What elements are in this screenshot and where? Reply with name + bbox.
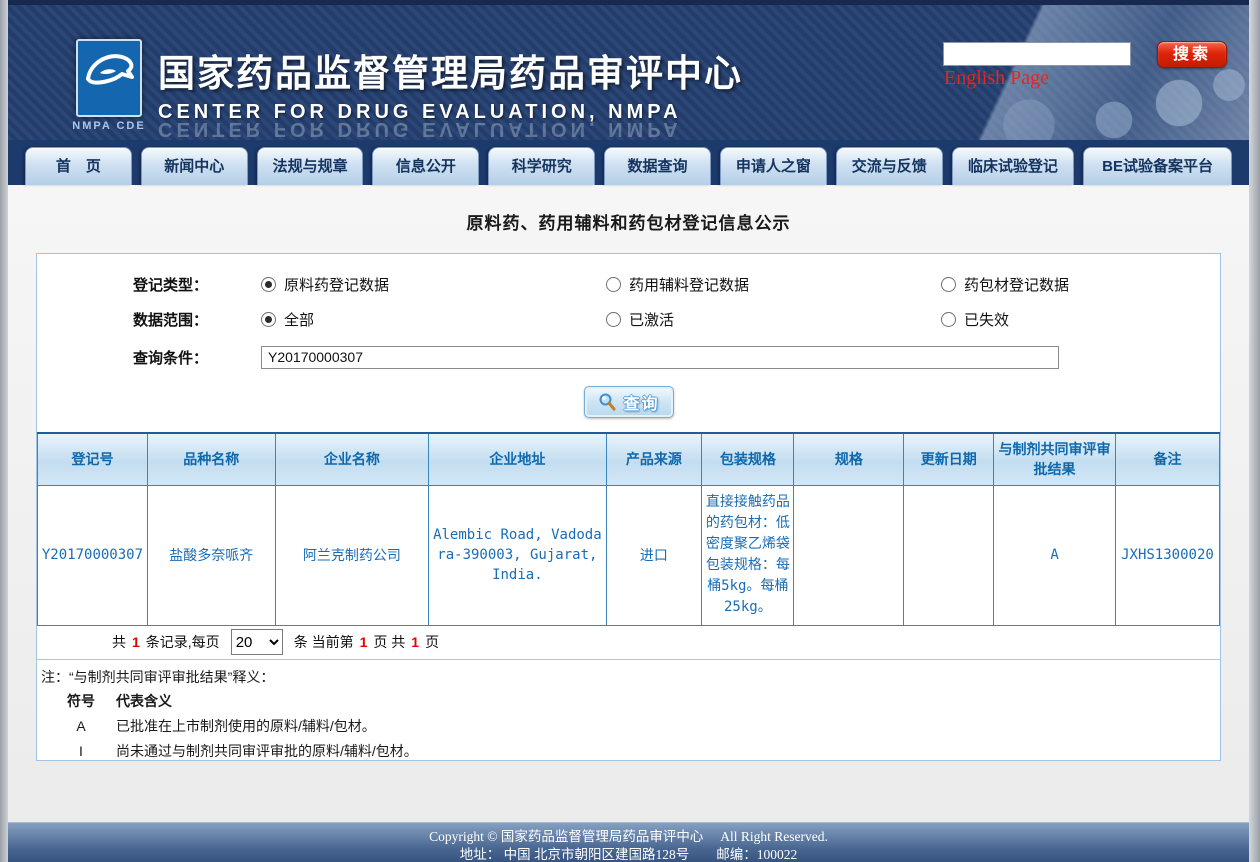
note-title: 注：“与制剂共同审评审批结果”释义： bbox=[41, 665, 1220, 689]
cell-update-date bbox=[904, 485, 994, 625]
pagination-text: 共 bbox=[112, 632, 126, 652]
header-pills-photo bbox=[859, 5, 1249, 140]
site-header: NMPA CDE 国家药品监督管理局药品审评中心 CENTER FOR DRUG… bbox=[8, 5, 1249, 140]
pagination-text: 条记录,每页 bbox=[146, 632, 220, 652]
col-header-update-date: 更新日期 bbox=[904, 433, 994, 485]
nav-tab-feedback[interactable]: 交流与反馈 bbox=[836, 147, 943, 185]
note-meaning-header: 代表含义 bbox=[116, 689, 172, 714]
radio-option-excipient[interactable]: 药用辅料登记数据 bbox=[606, 274, 941, 295]
note-meaning: 尚未通过与制剂共同审评审批的原料/辅料/包材。 bbox=[116, 739, 418, 764]
col-header-spec: 规格 bbox=[794, 433, 904, 485]
col-header-source: 产品来源 bbox=[606, 433, 702, 485]
nav-tab-data-query[interactable]: 数据查询 bbox=[604, 147, 711, 185]
total-pages: 1 bbox=[411, 634, 419, 650]
site-title-english-reflection: CENTER FOR DRUG EVALUATION, NMPA bbox=[158, 117, 743, 140]
page: NMPA CDE 国家药品监督管理局药品审评中心 CENTER FOR DRUG… bbox=[8, 0, 1249, 862]
footer-address: 地址： 中国 北京市朝阳区建国路128号 邮编：100022 bbox=[8, 846, 1249, 862]
radio-option-all[interactable]: 全部 bbox=[261, 309, 606, 330]
form-row-reg-type: 登记类型： 原料药登记数据 药用辅料登记数据 药包材登记数据 bbox=[37, 267, 1220, 302]
page-title: 原料药、药用辅料和药包材登记信息公示 bbox=[8, 185, 1249, 234]
radio-checked-icon[interactable] bbox=[261, 277, 276, 292]
col-header-remark: 备注 bbox=[1115, 433, 1219, 485]
nav-tab-regulations[interactable]: 法规与规章 bbox=[257, 147, 364, 185]
current-page: 1 bbox=[360, 634, 368, 650]
col-header-reg-no: 登记号 bbox=[38, 433, 148, 485]
site-search-button[interactable]: 搜索 bbox=[1157, 41, 1227, 68]
note-symbol-header: 符号 bbox=[60, 689, 102, 714]
page-size-select[interactable]: 20 bbox=[231, 629, 283, 655]
nav-tab-clinical-trial[interactable]: 临床试验登记 bbox=[952, 147, 1075, 185]
logo-caption: NMPA CDE bbox=[66, 120, 152, 132]
cell-reg-no: Y20170000307 bbox=[38, 485, 148, 625]
nav-tab-home[interactable]: 首 页 bbox=[25, 147, 132, 185]
pagination-text: 页 共 bbox=[373, 632, 405, 652]
cell-spec bbox=[794, 485, 904, 625]
site-title-block: 国家药品监督管理局药品审评中心 CENTER FOR DRUG EVALUATI… bbox=[158, 43, 743, 140]
reg-type-label: 登记类型： bbox=[133, 274, 261, 295]
search-icon bbox=[597, 392, 617, 412]
pagination-bar: 共 1 条记录,每页 20 条 当前第 1 页 共 1 页 bbox=[37, 626, 1220, 660]
page-left-edge bbox=[0, 0, 8, 862]
site-search-input[interactable] bbox=[943, 42, 1131, 66]
fish-swoosh-icon bbox=[78, 41, 140, 115]
site-footer: Copyright © 国家药品监督管理局药品审评中心 All Right Re… bbox=[8, 822, 1249, 862]
query-condition-input[interactable] bbox=[261, 346, 1059, 369]
note-header-row: 符号 代表含义 bbox=[41, 689, 1220, 714]
table-row: Y20170000307 盐酸多奈哌齐 阿兰克制药公司 Alembic Road… bbox=[38, 485, 1220, 625]
cell-joint-review: A bbox=[994, 485, 1116, 625]
page-right-edge bbox=[1249, 0, 1260, 862]
pagination-text: 页 bbox=[425, 632, 439, 652]
col-header-company-addr: 企业地址 bbox=[429, 433, 606, 485]
button-row: 查询 bbox=[37, 386, 1220, 418]
nav-tab-science[interactable]: 科学研究 bbox=[488, 147, 595, 185]
results-table: 登记号 品种名称 企业名称 企业地址 产品来源 包装规格 规格 更新日期 与制剂… bbox=[37, 432, 1220, 626]
footer-copyright: Copyright © 国家药品监督管理局药品审评中心 All Right Re… bbox=[8, 828, 1249, 846]
cell-remark: JXHS1300020 bbox=[1115, 485, 1219, 625]
notes-section: 注：“与制剂共同审评审批结果”释义： 符号 代表含义 A 已批准在上市制剂使用的… bbox=[37, 660, 1220, 764]
query-button[interactable]: 查询 bbox=[584, 386, 674, 418]
total-records: 1 bbox=[132, 634, 140, 650]
note-symbol: I bbox=[60, 739, 102, 764]
form-row-query: 查询条件： bbox=[37, 337, 1220, 377]
radio-option-raw-material[interactable]: 原料药登记数据 bbox=[261, 274, 606, 295]
cell-product-name: 盐酸多奈哌齐 bbox=[147, 485, 275, 625]
nav-tab-applicant[interactable]: 申请人之窗 bbox=[720, 147, 827, 185]
cell-source: 进口 bbox=[606, 485, 702, 625]
nav-tab-info-disclosure[interactable]: 信息公开 bbox=[372, 147, 479, 185]
radio-checked-icon[interactable] bbox=[261, 312, 276, 327]
cell-package-spec: 直接接触药品的药包材：低密度聚乙烯袋包装规格：每桶5kg。每桶25kg。 bbox=[702, 485, 794, 625]
content-area: 原料药、药用辅料和药包材登记信息公示 登记类型： 原料药登记数据 药用辅料登记数… bbox=[8, 185, 1249, 790]
main-nav: 首 页 新闻中心 法规与规章 信息公开 科学研究 数据查询 申请人之窗 交流与反… bbox=[8, 140, 1249, 185]
query-form: 登记类型： 原料药登记数据 药用辅料登记数据 药包材登记数据 bbox=[37, 254, 1220, 432]
col-header-product-name: 品种名称 bbox=[147, 433, 275, 485]
radio-option-activated[interactable]: 已激活 bbox=[606, 309, 941, 330]
cell-company-addr: Alembic Road, Vadodara-390003, Gujarat, … bbox=[429, 485, 606, 625]
nav-tab-news[interactable]: 新闻中心 bbox=[141, 147, 248, 185]
english-page-link[interactable]: English Page bbox=[944, 67, 1049, 90]
pagination-text: 条 当前第 bbox=[294, 632, 354, 652]
radio-unchecked-icon[interactable] bbox=[941, 277, 956, 292]
note-row-a: A 已批准在上市制剂使用的原料/辅料/包材。 bbox=[41, 714, 1220, 739]
radio-unchecked-icon[interactable] bbox=[941, 312, 956, 327]
col-header-company-name: 企业名称 bbox=[275, 433, 429, 485]
radio-option-invalid[interactable]: 已失效 bbox=[941, 309, 1220, 330]
col-header-package-spec: 包装规格 bbox=[702, 433, 794, 485]
note-symbol: A bbox=[60, 714, 102, 739]
query-condition-label: 查询条件： bbox=[133, 347, 261, 368]
note-row-i: I 尚未通过与制剂共同审评审批的原料/辅料/包材。 bbox=[41, 739, 1220, 764]
radio-unchecked-icon[interactable] bbox=[606, 312, 621, 327]
cell-company-name: 阿兰克制药公司 bbox=[275, 485, 429, 625]
table-header-row: 登记号 品种名称 企业名称 企业地址 产品来源 包装规格 规格 更新日期 与制剂… bbox=[38, 433, 1220, 485]
radio-unchecked-icon[interactable] bbox=[606, 277, 621, 292]
col-header-joint-review: 与制剂共同审评审批结果 bbox=[994, 433, 1116, 485]
data-scope-label: 数据范围： bbox=[133, 309, 261, 330]
nav-tab-be-platform[interactable]: BE试验备案平台 bbox=[1083, 147, 1232, 185]
radio-option-packaging[interactable]: 药包材登记数据 bbox=[941, 274, 1220, 295]
nmpa-cde-logo bbox=[76, 39, 142, 117]
form-row-data-scope: 数据范围： 全部 已激活 已失效 bbox=[37, 302, 1220, 337]
note-meaning: 已批准在上市制剂使用的原料/辅料/包材。 bbox=[116, 714, 376, 739]
site-title-chinese: 国家药品监督管理局药品审评中心 bbox=[158, 43, 743, 97]
query-panel: 登记类型： 原料药登记数据 药用辅料登记数据 药包材登记数据 bbox=[36, 253, 1221, 761]
